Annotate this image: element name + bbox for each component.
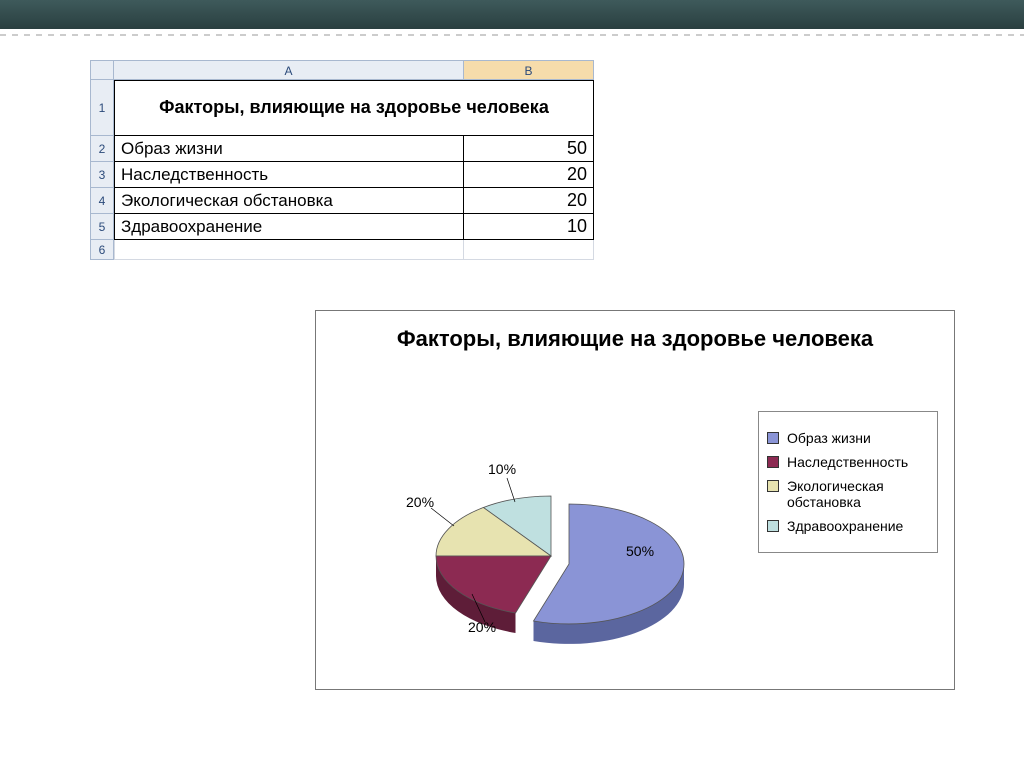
col-header-b[interactable]: B [464,60,594,80]
cell-a2[interactable]: Образ жизни [114,136,464,162]
row-header-4[interactable]: 4 [90,188,114,214]
sheet-body: 1 Факторы, влияющие на здоровье человека… [90,80,610,260]
slide-top-bar [0,0,1024,30]
legend-item-4: Здравоохранение [767,518,929,534]
slide-top-rule [0,34,1024,36]
cell-b5[interactable]: 10 [464,214,594,240]
data-label-4: 10% [488,461,516,477]
data-label-3: 20% [406,494,434,510]
pie-chart-svg [356,421,736,661]
legend-swatch-1 [767,432,779,444]
legend-swatch-2 [767,456,779,468]
legend-swatch-4 [767,520,779,532]
data-label-1: 50% [626,543,654,559]
cell-b3[interactable]: 20 [464,162,594,188]
col-header-a[interactable]: A [114,60,464,80]
cell-b4[interactable]: 20 [464,188,594,214]
legend-label-2: Наследственность [787,454,908,470]
chart-title: Факторы, влияющие на здоровье человека [316,311,954,357]
row-header-5[interactable]: 5 [90,214,114,240]
legend-item-1: Образ жизни [767,430,929,446]
sheet-select-all[interactable] [90,60,114,80]
cell-a4[interactable]: Экологическая обстановка [114,188,464,214]
cell-a3[interactable]: Наследственность [114,162,464,188]
legend-item-2: Наследственность [767,454,929,470]
legend-label-1: Образ жизни [787,430,871,446]
cell-a5[interactable]: Здравоохранение [114,214,464,240]
leader-line-3 [431,508,454,526]
pie-chart-container: Факторы, влияющие на здоровье человека [315,310,955,690]
pie-chart-plot: 50% 20% 20% 10% [356,421,736,661]
column-headers: A B [114,60,610,80]
chart-legend: Образ жизни Наследственность Экологическ… [758,411,938,553]
legend-item-3: Экологическая обстановка [767,478,929,510]
legend-swatch-3 [767,480,779,492]
row-header-2[interactable]: 2 [90,136,114,162]
data-label-2: 20% [468,619,496,635]
cell-title-merged[interactable]: Факторы, влияющие на здоровье человека [114,80,594,136]
row-header-1[interactable]: 1 [90,80,114,136]
row-header-3[interactable]: 3 [90,162,114,188]
cell-a6[interactable] [114,240,464,260]
legend-label-4: Здравоохранение [787,518,903,534]
cell-b2[interactable]: 50 [464,136,594,162]
row-header-6[interactable]: 6 [90,240,114,260]
cell-b6[interactable] [464,240,594,260]
leader-line-4 [507,478,515,502]
legend-label-3: Экологическая обстановка [787,478,929,510]
